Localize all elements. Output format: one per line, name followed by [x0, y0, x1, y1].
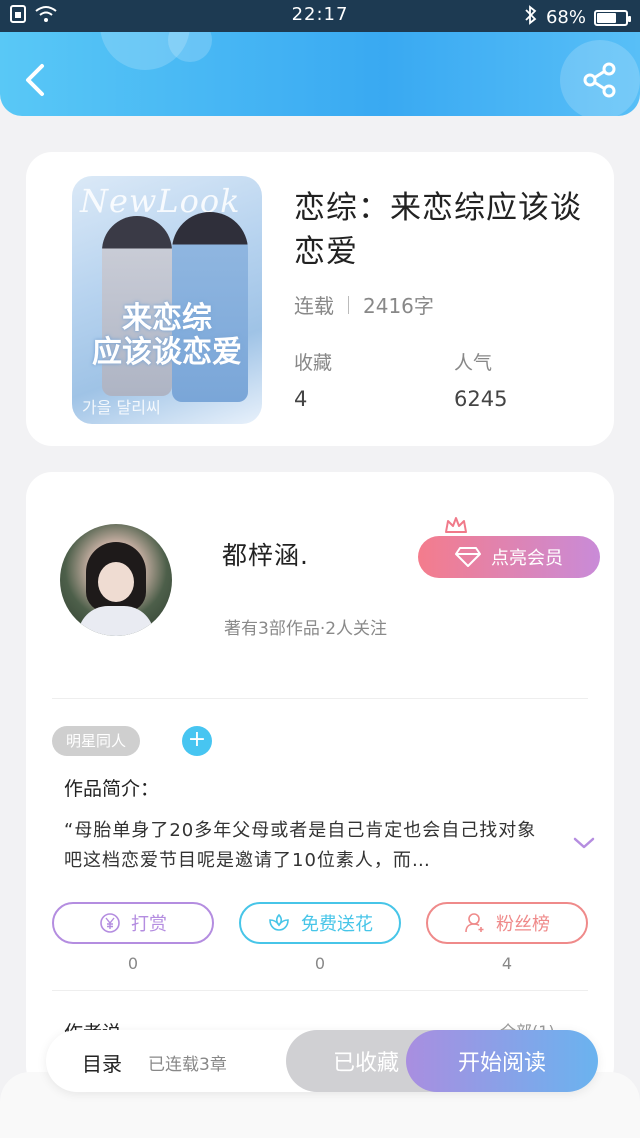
divider	[52, 990, 588, 991]
intro-text: “母胎单身了20多年父母或者是自己肯定也会自己找对象吧这档恋爱节目呢是邀请了10…	[64, 820, 537, 871]
intro-label: 作品简介：	[64, 778, 160, 800]
status-right: 68%	[524, 5, 631, 30]
popularity-value: 6245	[454, 387, 508, 411]
send-flower-count: 0	[314, 954, 326, 973]
reward-button[interactable]: 打赏	[52, 902, 214, 944]
divider	[52, 698, 588, 699]
reward-label: 打赏	[131, 914, 167, 935]
share-icon	[583, 62, 616, 98]
avatar-face	[98, 562, 134, 602]
yen-icon	[100, 913, 120, 933]
reward-count: 0	[127, 954, 139, 973]
word-count: 2416字	[363, 294, 434, 318]
flower-icon	[269, 913, 289, 931]
favorites-stat: 收藏 4	[294, 348, 332, 411]
fan-ranking-label: 粉丝榜	[496, 914, 550, 935]
diamond-icon	[455, 547, 481, 567]
crown-icon	[445, 517, 467, 533]
popularity-label: 人气	[454, 352, 493, 374]
author-info: 著有3部作品·2人关注	[224, 619, 388, 639]
favorites-label: 收藏	[294, 352, 333, 374]
book-card: NewLook 来恋综 应该谈恋爱 가을 달리씨 恋综：来恋综应该谈恋爱 连载 …	[26, 152, 614, 446]
book-meta: 连载 2416字	[294, 290, 434, 319]
chevron-down-icon[interactable]	[572, 834, 596, 852]
avatar-shirt	[78, 606, 154, 636]
author-name[interactable]: 都梓涵.	[222, 536, 309, 572]
add-tag-button[interactable]: +	[182, 726, 212, 756]
send-flower-label: 免费送花	[301, 914, 373, 935]
fan-ranking-count: 4	[501, 954, 513, 973]
status-bar: 22:17 68%	[0, 0, 640, 32]
header: 22:17 68%	[0, 0, 640, 116]
back-button[interactable]	[18, 58, 58, 102]
book-title: 恋综：来恋综应该谈恋爱	[294, 190, 582, 270]
avatar[interactable]	[60, 524, 172, 636]
meta-divider	[348, 295, 349, 314]
book-cover[interactable]: NewLook 来恋综 应该谈恋爱 가을 달리씨	[72, 176, 262, 424]
battery-icon	[594, 9, 631, 26]
send-flower-button[interactable]: 免费送花	[239, 902, 401, 944]
bluetooth-icon	[524, 5, 538, 30]
start-reading-button[interactable]: 开始阅读	[406, 1030, 598, 1092]
user-icon	[465, 913, 484, 933]
cover-title: 来恋综 应该谈恋爱	[78, 302, 256, 370]
share-button[interactable]	[582, 62, 618, 98]
battery-fill	[597, 12, 617, 23]
plus-icon: +	[187, 727, 207, 752]
vip-button[interactable]: 点亮会员	[418, 536, 600, 578]
cover-title-line2: 应该谈恋爱	[92, 335, 242, 370]
cover-title-line1: 来恋综	[122, 301, 212, 336]
favorites-value: 4	[294, 387, 308, 411]
cover-subtitle: 가을 달리씨	[82, 398, 161, 417]
vip-button-label: 点亮会员	[491, 548, 563, 569]
tag-chip[interactable]: 明星同人	[52, 726, 141, 756]
bottom-bar: 目录 已连载3章 已收藏 开始阅读	[46, 1030, 598, 1092]
chevron-left-icon	[26, 64, 44, 96]
toc-chapters: 已连载3章	[148, 1055, 227, 1075]
popularity-stat: 人气 6245	[454, 348, 507, 411]
book-status: 连载	[294, 294, 334, 318]
battery-text: 68%	[545, 7, 586, 28]
toc-button[interactable]: 目录	[82, 1048, 122, 1077]
author-card: 都梓涵. 著有3部作品·2人关注 点亮会员 明星同人 + 作品简介： “母胎单身…	[26, 472, 614, 1092]
fan-ranking-button[interactable]: 粉丝榜	[426, 902, 588, 944]
